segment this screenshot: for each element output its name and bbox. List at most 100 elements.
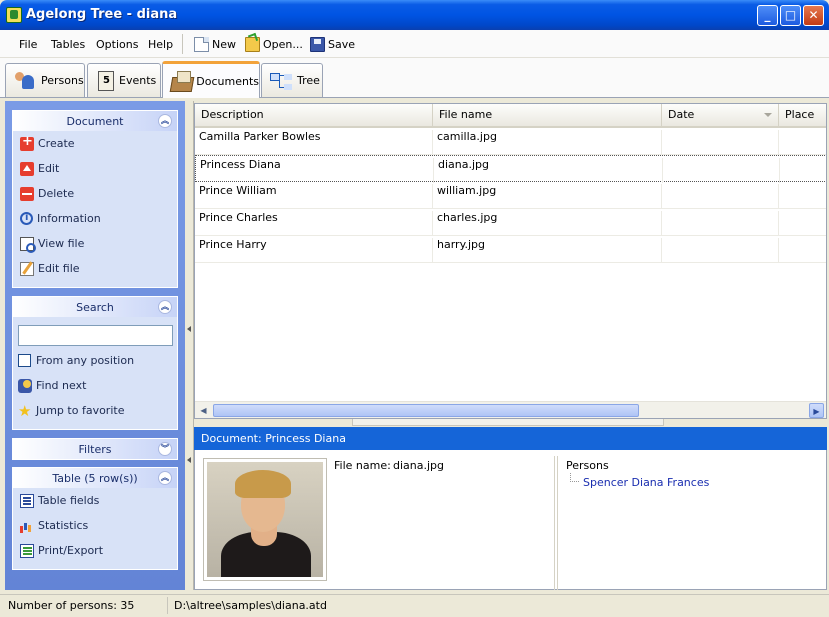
save-button[interactable]: Save <box>310 35 355 53</box>
search-group-header[interactable]: Search ︽ <box>13 296 177 317</box>
minimize-button[interactable]: _ <box>757 5 778 26</box>
menu-file[interactable]: File <box>19 38 37 51</box>
cell-description: Prince Harry <box>195 238 433 263</box>
document-photo[interactable] <box>203 458 327 581</box>
person-link[interactable]: Spencer Diana Frances <box>583 476 709 489</box>
document-group-header[interactable]: Document ︽ <box>13 110 177 131</box>
print-export-icon <box>20 543 34 558</box>
status-bar: Number of persons: 35 D:\altree\samples\… <box>0 594 829 617</box>
toolbar-separator <box>182 34 183 54</box>
table-group-header[interactable]: Table (5 row(s)) ︽ <box>13 467 177 488</box>
document-detail-header: Document: Princess Diana <box>194 427 827 450</box>
persons-icon <box>14 71 36 91</box>
task-information[interactable]: Information <box>13 206 177 231</box>
from-any-position-checkbox[interactable] <box>18 354 31 367</box>
menu-options[interactable]: Options <box>96 38 138 51</box>
calendar-icon <box>98 70 114 91</box>
collapse-icon[interactable]: ︽ <box>158 300 172 314</box>
delete-icon <box>20 186 34 201</box>
documents-icon <box>171 71 192 91</box>
collapse-icon[interactable]: ︽ <box>158 114 172 128</box>
cell-description: Camilla Parker Bowles <box>195 130 433 155</box>
tab-events[interactable]: Events <box>87 63 161 97</box>
cell-place <box>779 130 826 155</box>
cell-date <box>663 158 780 183</box>
close-button[interactable]: ✕ <box>803 5 824 26</box>
detail-divider[interactable] <box>554 456 558 590</box>
task-create[interactable]: Create <box>13 131 177 156</box>
open-button[interactable]: Open... <box>245 35 303 53</box>
table-row[interactable]: Prince Harry harry.jpg <box>195 236 826 263</box>
cell-date <box>662 184 779 209</box>
cell-place <box>779 238 826 263</box>
task-delete[interactable]: Delete <box>13 181 177 206</box>
chevron-left-icon[interactable] <box>187 326 192 332</box>
chevron-left-icon[interactable] <box>187 457 192 463</box>
scroll-left-icon[interactable]: ◀ <box>196 403 211 418</box>
cell-file-name: charles.jpg <box>433 211 662 236</box>
task-edit-file[interactable]: Edit file <box>13 256 177 281</box>
horizontal-scrollbar[interactable]: ◀ ▶ <box>195 401 826 418</box>
task-find-next[interactable]: Find next <box>13 373 177 398</box>
task-jump-to-favorite[interactable]: ★ Jump to favorite <box>13 398 177 423</box>
cell-place <box>779 184 826 209</box>
cell-place <box>780 158 826 183</box>
splitter-handle[interactable] <box>352 419 664 426</box>
cell-description: Princess Diana <box>196 158 434 183</box>
cell-file-name: camilla.jpg <box>433 130 662 155</box>
cell-date <box>662 211 779 236</box>
photo-hair <box>235 470 291 498</box>
cell-file-name: william.jpg <box>433 184 662 209</box>
scrollbar-thumb[interactable] <box>213 404 639 417</box>
cell-file-name: harry.jpg <box>433 238 662 263</box>
tab-documents[interactable]: Documents <box>162 61 260 98</box>
table-row-selected[interactable]: Princess Diana diana.jpg <box>195 155 826 183</box>
expand-icon[interactable]: ︾ <box>158 442 172 456</box>
from-any-position-option[interactable]: From any position <box>13 348 177 373</box>
column-place[interactable]: Place <box>779 104 826 126</box>
edit-icon <box>20 161 34 176</box>
menu-bar: File Tables Options Help New Open... Sav… <box>0 30 829 58</box>
find-next-icon <box>18 378 32 393</box>
status-persons-count: Number of persons: 35 <box>2 597 168 614</box>
file-name-value: diana.jpg <box>393 459 445 472</box>
menu-help[interactable]: Help <box>148 38 173 51</box>
task-view-file[interactable]: View file <box>13 231 177 256</box>
scroll-right-icon[interactable]: ▶ <box>809 403 824 418</box>
tab-tree[interactable]: Tree <box>261 63 323 97</box>
task-print-export[interactable]: Print/Export <box>13 538 177 563</box>
sort-arrow-icon <box>764 113 772 117</box>
create-icon <box>20 134 34 151</box>
task-table-fields[interactable]: Table fields <box>13 488 177 513</box>
horizontal-splitter[interactable] <box>194 419 827 427</box>
task-statistics[interactable]: Statistics <box>13 513 177 538</box>
tree-icon <box>270 71 292 91</box>
app-icon <box>6 7 22 23</box>
document-detail-pane: File name: diana.jpg Persons Spencer Dia… <box>194 450 827 590</box>
menu-tables[interactable]: Tables <box>51 38 85 51</box>
save-disk-icon <box>310 36 325 52</box>
documents-table: Description File name Date Place Camilla… <box>194 103 827 419</box>
collapse-icon[interactable]: ︽ <box>158 471 172 485</box>
information-icon <box>20 212 33 225</box>
edit-file-icon <box>20 261 34 276</box>
persons-label: Persons <box>566 459 609 472</box>
maximize-button[interactable]: □ <box>780 5 801 26</box>
title-bar[interactable]: Agelong Tree - diana _ □ ✕ <box>0 0 829 30</box>
filters-group-header[interactable]: Filters ︾ <box>13 438 177 459</box>
table-row[interactable]: Prince Charles charles.jpg <box>195 209 826 236</box>
column-date[interactable]: Date <box>662 104 779 126</box>
tab-persons[interactable]: Persons <box>5 63 85 97</box>
search-input[interactable] <box>18 325 173 346</box>
column-file-name[interactable]: File name <box>433 104 662 126</box>
cell-description: Prince William <box>195 184 433 209</box>
pane-splitter[interactable] <box>185 101 194 590</box>
cell-date <box>662 238 779 263</box>
new-button[interactable]: New <box>194 35 236 53</box>
task-edit[interactable]: Edit <box>13 156 177 181</box>
table-row[interactable]: Camilla Parker Bowles camilla.jpg <box>195 128 826 155</box>
column-description[interactable]: Description <box>195 104 433 126</box>
table-row[interactable]: Prince William william.jpg <box>195 182 826 209</box>
table-header: Description File name Date Place <box>195 104 826 128</box>
statistics-icon <box>20 519 34 533</box>
